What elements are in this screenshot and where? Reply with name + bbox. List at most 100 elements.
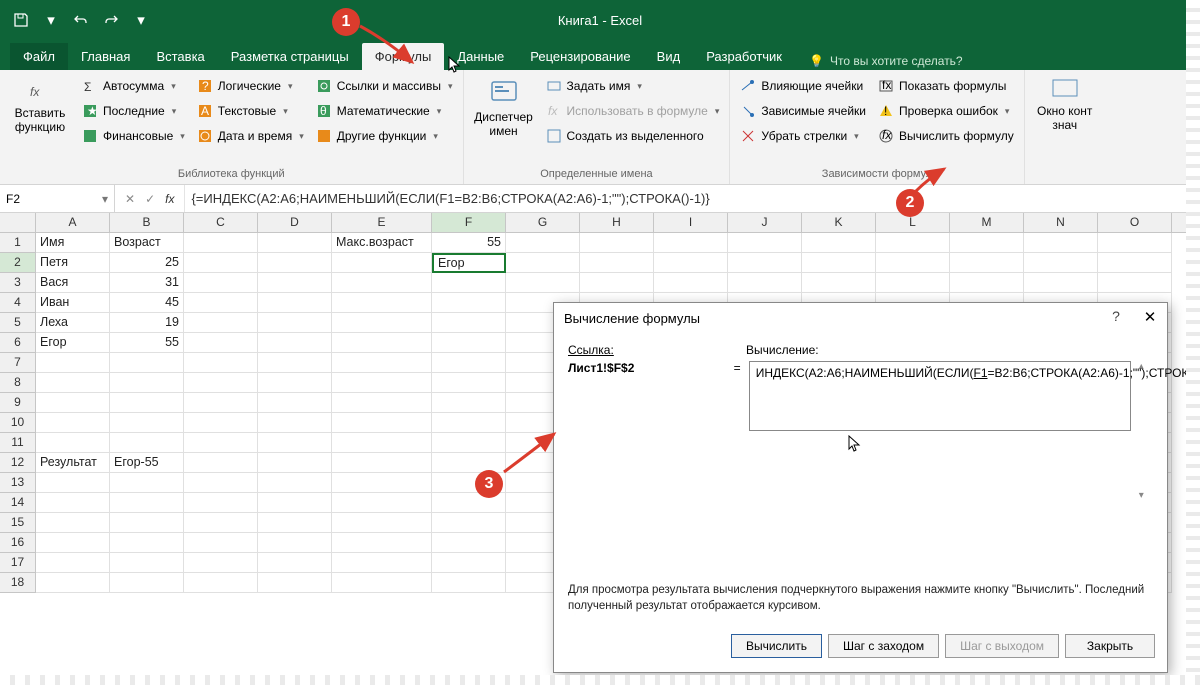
cell-A17[interactable] bbox=[36, 553, 110, 573]
cell-B5[interactable]: 19 bbox=[110, 313, 184, 333]
cell-F4[interactable] bbox=[432, 293, 506, 313]
cell-A15[interactable] bbox=[36, 513, 110, 533]
cell-B10[interactable] bbox=[110, 413, 184, 433]
cell-K1[interactable] bbox=[802, 233, 876, 253]
cell-C4[interactable] bbox=[184, 293, 258, 313]
cell-B16[interactable] bbox=[110, 533, 184, 553]
cell-O1[interactable] bbox=[1098, 233, 1172, 253]
formula-input[interactable]: {=ИНДЕКС(A2:A6;НАИМЕНЬШИЙ(ЕСЛИ(F1=B2:B6;… bbox=[185, 185, 1200, 212]
cell-C10[interactable] bbox=[184, 413, 258, 433]
dropdown-icon[interactable]: ▾ bbox=[38, 7, 64, 33]
cell-O2[interactable] bbox=[1098, 253, 1172, 273]
col-header-K[interactable]: K bbox=[802, 213, 876, 232]
cell-E16[interactable] bbox=[332, 533, 432, 553]
col-header-D[interactable]: D bbox=[258, 213, 332, 232]
scroll-down-icon[interactable]: ▾ bbox=[1139, 490, 1153, 501]
cell-E2[interactable] bbox=[332, 253, 432, 273]
cell-H3[interactable] bbox=[580, 273, 654, 293]
cell-N2[interactable] bbox=[1024, 253, 1098, 273]
cell-E17[interactable] bbox=[332, 553, 432, 573]
cell-B7[interactable] bbox=[110, 353, 184, 373]
cell-A6[interactable]: Егор bbox=[36, 333, 110, 353]
cell-F1[interactable]: 55 bbox=[432, 233, 506, 253]
cell-A2[interactable]: Петя bbox=[36, 253, 110, 273]
cell-A9[interactable] bbox=[36, 393, 110, 413]
cell-B12[interactable]: Егор-55 bbox=[110, 453, 184, 473]
cell-E15[interactable] bbox=[332, 513, 432, 533]
cell-D7[interactable] bbox=[258, 353, 332, 373]
cell-F3[interactable] bbox=[432, 273, 506, 293]
create-from-selection-button[interactable]: Создать из выделенного bbox=[542, 124, 724, 148]
evaluate-formula-button[interactable]: fxВычислить формулу bbox=[874, 124, 1018, 148]
cell-D2[interactable] bbox=[258, 253, 332, 273]
cell-M2[interactable] bbox=[950, 253, 1024, 273]
insert-function-button[interactable]: fx Вставить функцию bbox=[6, 74, 74, 166]
enter-icon[interactable]: ✓ bbox=[145, 192, 155, 206]
col-header-F[interactable]: F bbox=[432, 213, 506, 232]
cell-M3[interactable] bbox=[950, 273, 1024, 293]
fx-icon[interactable]: fx bbox=[165, 192, 174, 206]
tell-me-search[interactable]: 💡 Что вы хотите сделать? bbox=[801, 52, 971, 70]
tab-home[interactable]: Главная bbox=[68, 43, 143, 70]
cell-A3[interactable]: Вася bbox=[36, 273, 110, 293]
cell-D6[interactable] bbox=[258, 333, 332, 353]
cell-J3[interactable] bbox=[728, 273, 802, 293]
row-header-3[interactable]: 3 bbox=[0, 273, 36, 293]
cell-A12[interactable]: Результат bbox=[36, 453, 110, 473]
col-header-E[interactable]: E bbox=[332, 213, 432, 232]
cell-C2[interactable] bbox=[184, 253, 258, 273]
step-in-button[interactable]: Шаг с заходом bbox=[828, 634, 939, 658]
cell-E13[interactable] bbox=[332, 473, 432, 493]
cell-B14[interactable] bbox=[110, 493, 184, 513]
cell-B13[interactable] bbox=[110, 473, 184, 493]
cell-C14[interactable] bbox=[184, 493, 258, 513]
tab-insert[interactable]: Вставка bbox=[143, 43, 217, 70]
cell-C15[interactable] bbox=[184, 513, 258, 533]
cell-F12[interactable] bbox=[432, 453, 506, 473]
cell-D10[interactable] bbox=[258, 413, 332, 433]
cell-L3[interactable] bbox=[876, 273, 950, 293]
close-icon[interactable]: ✕ bbox=[1139, 308, 1161, 326]
cell-F11[interactable] bbox=[432, 433, 506, 453]
col-header-M[interactable]: M bbox=[950, 213, 1024, 232]
row-header-5[interactable]: 5 bbox=[0, 313, 36, 333]
cell-E12[interactable] bbox=[332, 453, 432, 473]
tab-formulas[interactable]: Формулы bbox=[362, 43, 445, 70]
error-checking-button[interactable]: !Проверка ошибок▾ bbox=[874, 99, 1018, 123]
trace-precedents-button[interactable]: Влияющие ячейки bbox=[736, 74, 870, 98]
cell-C8[interactable] bbox=[184, 373, 258, 393]
cell-B18[interactable] bbox=[110, 573, 184, 593]
cell-B1[interactable]: Возраст bbox=[110, 233, 184, 253]
col-header-J[interactable]: J bbox=[728, 213, 802, 232]
col-header-N[interactable]: N bbox=[1024, 213, 1098, 232]
help-icon[interactable]: ? bbox=[1105, 308, 1127, 324]
dropdown-icon[interactable]: ▾ bbox=[128, 7, 154, 33]
cell-D17[interactable] bbox=[258, 553, 332, 573]
tab-file[interactable]: Файл bbox=[10, 43, 68, 70]
cell-B6[interactable]: 55 bbox=[110, 333, 184, 353]
cell-M1[interactable] bbox=[950, 233, 1024, 253]
cell-B9[interactable] bbox=[110, 393, 184, 413]
cell-C7[interactable] bbox=[184, 353, 258, 373]
cell-A11[interactable] bbox=[36, 433, 110, 453]
cell-F5[interactable] bbox=[432, 313, 506, 333]
cell-E7[interactable] bbox=[332, 353, 432, 373]
cell-J2[interactable] bbox=[728, 253, 802, 273]
cell-A14[interactable] bbox=[36, 493, 110, 513]
cell-F16[interactable] bbox=[432, 533, 506, 553]
cell-F9[interactable] bbox=[432, 393, 506, 413]
cell-C1[interactable] bbox=[184, 233, 258, 253]
row-header-2[interactable]: 2 bbox=[0, 253, 36, 273]
cell-H1[interactable] bbox=[580, 233, 654, 253]
cell-E3[interactable] bbox=[332, 273, 432, 293]
cell-L2[interactable] bbox=[876, 253, 950, 273]
cell-F15[interactable] bbox=[432, 513, 506, 533]
tab-developer[interactable]: Разработчик bbox=[693, 43, 795, 70]
more-button[interactable]: Другие функции▾ bbox=[312, 124, 457, 148]
cell-D8[interactable] bbox=[258, 373, 332, 393]
cell-B4[interactable]: 45 bbox=[110, 293, 184, 313]
cell-E1[interactable]: Макс.возраст bbox=[332, 233, 432, 253]
cell-A1[interactable]: Имя bbox=[36, 233, 110, 253]
tab-layout[interactable]: Разметка страницы bbox=[218, 43, 362, 70]
cell-B11[interactable] bbox=[110, 433, 184, 453]
